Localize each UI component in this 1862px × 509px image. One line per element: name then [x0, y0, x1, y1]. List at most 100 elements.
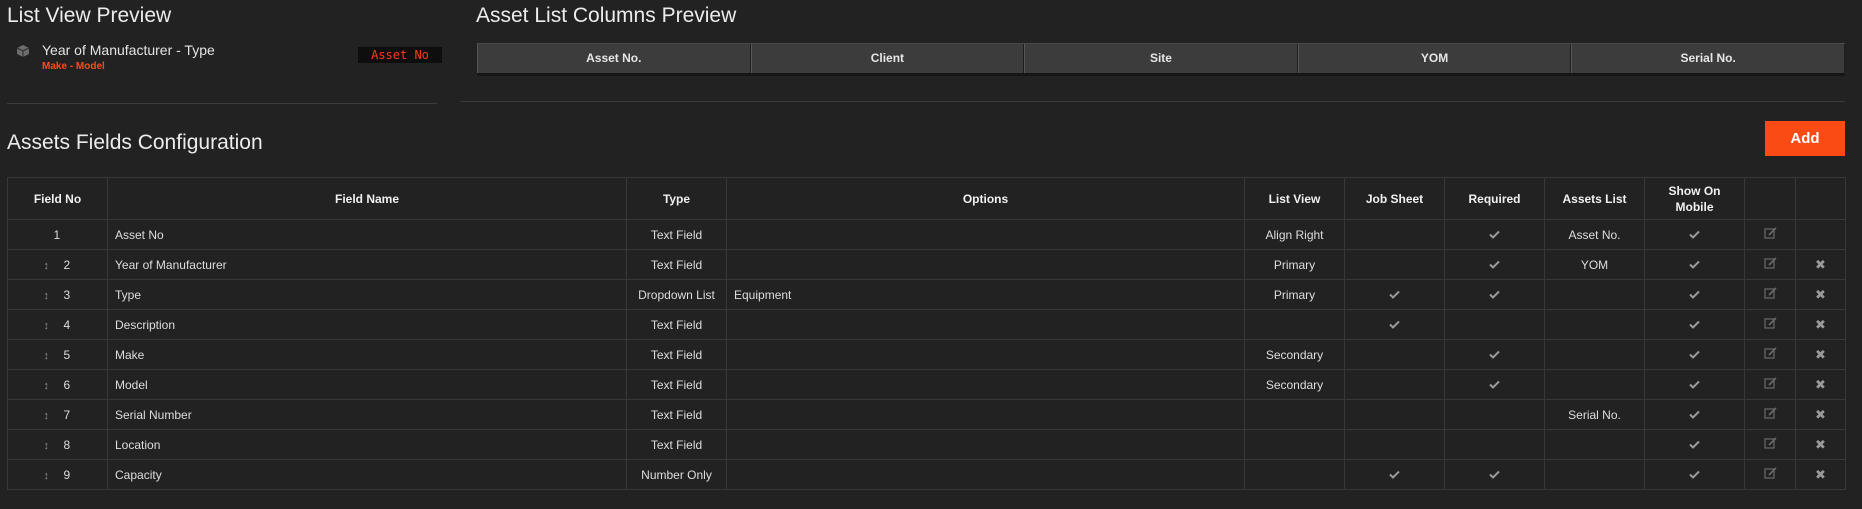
- field-options: [726, 429, 1245, 460]
- drag-handle-icon[interactable]: ↕: [44, 380, 64, 392]
- field-no: 8: [63, 437, 71, 452]
- delete-cell: ✖: [1795, 369, 1846, 400]
- required-cell: [1444, 429, 1545, 460]
- required-cell: [1444, 219, 1545, 250]
- header-job-sheet: Job Sheet: [1344, 177, 1445, 220]
- list-view-preview-title: List View Preview: [7, 4, 172, 27]
- show-mobile-cell: [1644, 279, 1745, 310]
- required-cell: [1444, 339, 1545, 370]
- edit-icon[interactable]: [1763, 437, 1777, 452]
- delete-cell: ✖: [1795, 249, 1846, 280]
- edit-cell: [1744, 399, 1796, 430]
- field-options: Equipment: [726, 279, 1245, 310]
- show-mobile-cell: [1644, 339, 1745, 370]
- job-sheet-cell: [1344, 399, 1445, 430]
- field-name: Type: [107, 279, 627, 310]
- edit-cell: [1744, 339, 1796, 370]
- check-icon: [1489, 378, 1500, 392]
- close-icon[interactable]: ✖: [1815, 347, 1826, 362]
- table-row: 1 Asset No Text Field Align Right Asset No.: [7, 219, 1846, 250]
- field-no-cell: ↕ 6: [7, 369, 108, 400]
- field-list-view: [1244, 309, 1345, 340]
- check-icon: [1489, 288, 1500, 302]
- show-mobile-cell: [1644, 459, 1745, 490]
- table-header-row: Field No Field Name Type Options List Vi…: [7, 177, 1846, 220]
- show-mobile-cell: [1644, 249, 1745, 280]
- edit-cell: [1744, 369, 1796, 400]
- drag-handle-icon[interactable]: ↕: [44, 290, 64, 302]
- close-icon[interactable]: ✖: [1815, 377, 1826, 392]
- check-icon: [1689, 318, 1700, 332]
- add-field-button[interactable]: Add: [1765, 121, 1845, 156]
- field-no-cell: ↕ 8: [7, 429, 108, 460]
- table-row: ↕ 8 Location Text Field ✖: [7, 429, 1846, 460]
- field-no-cell: ↕ 4: [7, 309, 108, 340]
- close-icon[interactable]: ✖: [1815, 287, 1826, 302]
- field-assets-list: [1544, 369, 1645, 400]
- table-row: ↕ 4 Description Text Field ✖: [7, 309, 1846, 340]
- drag-handle-icon[interactable]: ↕: [44, 470, 64, 482]
- field-assets-list: Serial No.: [1544, 399, 1645, 430]
- preview-column-1: Client: [750, 44, 1025, 73]
- asset-list-preview-title: Asset List Columns Preview: [476, 4, 737, 27]
- edit-icon[interactable]: [1763, 257, 1777, 272]
- show-mobile-cell: [1644, 429, 1745, 460]
- field-type: Dropdown List: [626, 279, 727, 310]
- edit-icon[interactable]: [1763, 287, 1777, 302]
- delete-cell: ✖: [1795, 279, 1846, 310]
- field-name: Make: [107, 339, 627, 370]
- field-options: [726, 339, 1245, 370]
- close-icon[interactable]: ✖: [1815, 467, 1826, 482]
- field-list-view: Align Right: [1244, 219, 1345, 250]
- edit-icon[interactable]: [1763, 407, 1777, 422]
- field-options: [726, 369, 1245, 400]
- field-name: Year of Manufacturer: [107, 249, 627, 280]
- field-list-view: [1244, 399, 1345, 430]
- header-field-no: Field No: [7, 177, 108, 220]
- check-icon: [1689, 288, 1700, 302]
- check-icon: [1689, 258, 1700, 272]
- table-row: ↕ 6 Model Text Field Secondary ✖: [7, 369, 1846, 400]
- show-mobile-cell: [1644, 399, 1745, 430]
- edit-icon[interactable]: [1763, 317, 1777, 332]
- divider: [460, 101, 1845, 102]
- field-type: Text Field: [626, 219, 727, 250]
- close-icon[interactable]: ✖: [1815, 257, 1826, 272]
- preview-column-3: YOM: [1297, 44, 1572, 73]
- drag-handle-icon[interactable]: ↕: [44, 350, 64, 362]
- table-row: ↕ 2 Year of Manufacturer Text Field Primary Y…: [7, 249, 1846, 280]
- field-no: 5: [63, 347, 71, 362]
- job-sheet-cell: [1344, 249, 1445, 280]
- close-icon[interactable]: ✖: [1815, 317, 1826, 332]
- field-name: Model: [107, 369, 627, 400]
- edit-cell: [1744, 459, 1796, 490]
- required-cell: [1444, 279, 1545, 310]
- field-assets-list: [1544, 459, 1645, 490]
- delete-cell: ✖: [1795, 459, 1846, 490]
- job-sheet-cell: [1344, 369, 1445, 400]
- field-options: [726, 399, 1245, 430]
- field-assets-list: [1544, 429, 1645, 460]
- field-assets-list: [1544, 339, 1645, 370]
- field-list-view: Primary: [1244, 249, 1345, 280]
- drag-handle-icon[interactable]: ↕: [44, 440, 64, 452]
- check-icon: [1389, 468, 1400, 482]
- field-type: Text Field: [626, 429, 727, 460]
- job-sheet-cell: [1344, 219, 1445, 250]
- fields-config-table: Field No Field Name Type Options List Vi…: [7, 177, 1846, 490]
- edit-icon[interactable]: [1763, 347, 1777, 362]
- field-type: Text Field: [626, 309, 727, 340]
- check-icon: [1689, 378, 1700, 392]
- drag-handle-icon[interactable]: ↕: [44, 410, 64, 422]
- field-name: Asset No: [107, 219, 627, 250]
- edit-icon[interactable]: [1763, 377, 1777, 392]
- edit-icon[interactable]: [1763, 467, 1777, 482]
- close-icon[interactable]: ✖: [1815, 407, 1826, 422]
- field-no: 7: [63, 407, 71, 422]
- delete-cell: ✖: [1795, 309, 1846, 340]
- drag-handle-icon[interactable]: ↕: [44, 320, 64, 332]
- drag-handle-icon[interactable]: ↕: [44, 260, 64, 272]
- edit-icon[interactable]: [1763, 227, 1777, 242]
- header-assets-list: Assets List: [1544, 177, 1645, 220]
- close-icon[interactable]: ✖: [1815, 437, 1826, 452]
